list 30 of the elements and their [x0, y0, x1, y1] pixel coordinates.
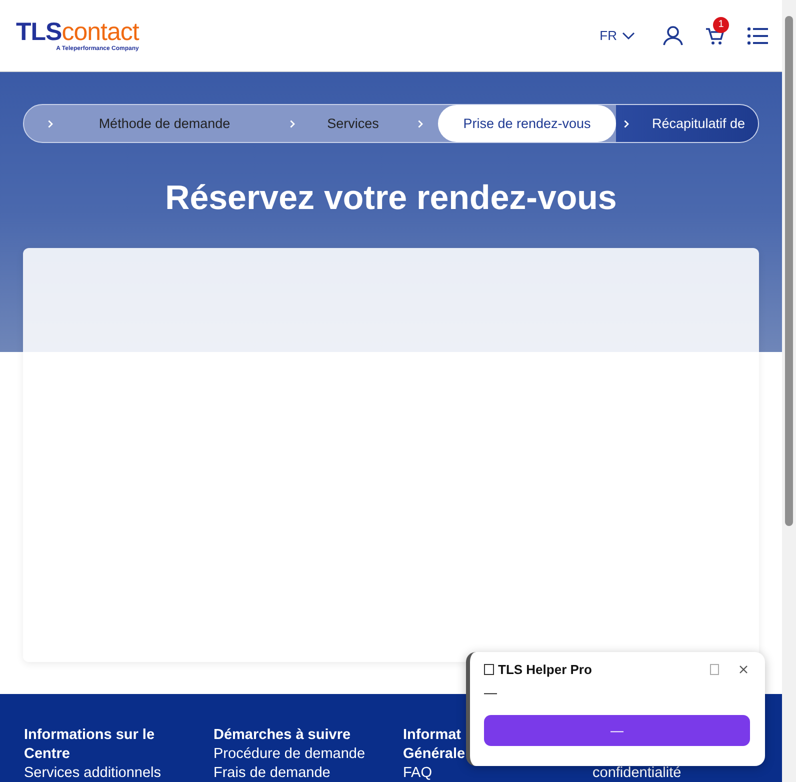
chevron-icon — [418, 120, 423, 128]
footer-link[interactable]: Procédure de demande — [214, 745, 403, 764]
footer-link[interactable]: FAQ — [403, 764, 592, 782]
cart-count-badge: 1 — [713, 16, 729, 32]
user-icon[interactable] — [663, 26, 683, 46]
footer-link[interactable]: confidentialité — [592, 764, 782, 782]
page-title: Réservez votre rendez-vous — [164, 179, 618, 218]
scrollbar[interactable] — [782, 0, 796, 782]
footer-link[interactable]: Services additionnels — [24, 764, 214, 782]
footer-heading: Générale — [403, 745, 466, 764]
square-icon — [484, 664, 494, 675]
popup-title: TLS Helper Pro — [498, 662, 593, 677]
language-selector[interactable]: FR — [600, 28, 635, 43]
close-icon[interactable] — [739, 665, 748, 674]
chevron-down-icon[interactable] — [622, 32, 635, 40]
menu-icon[interactable] — [747, 26, 768, 44]
cart-icon[interactable] — [705, 26, 725, 46]
footer-heading: Centre — [24, 745, 71, 764]
footer-link[interactable]: Frais de demande — [214, 764, 403, 782]
step-tab[interactable]: Méthode de demande — [63, 105, 266, 142]
popup-text: — — [484, 685, 497, 700]
chevron-icon — [290, 120, 295, 128]
action-button[interactable]: — — [484, 715, 750, 746]
chevron-icon — [624, 120, 629, 128]
step-tab[interactable]: Prise de rendez-vous — [438, 105, 616, 142]
footer-heading: Démarches à suivre — [214, 726, 352, 745]
footer-heading: Informations sur le — [24, 726, 156, 745]
footer-heading: Informat — [403, 726, 462, 745]
step-tab[interactable]: Services — [305, 105, 401, 142]
chevron-icon — [48, 120, 53, 128]
